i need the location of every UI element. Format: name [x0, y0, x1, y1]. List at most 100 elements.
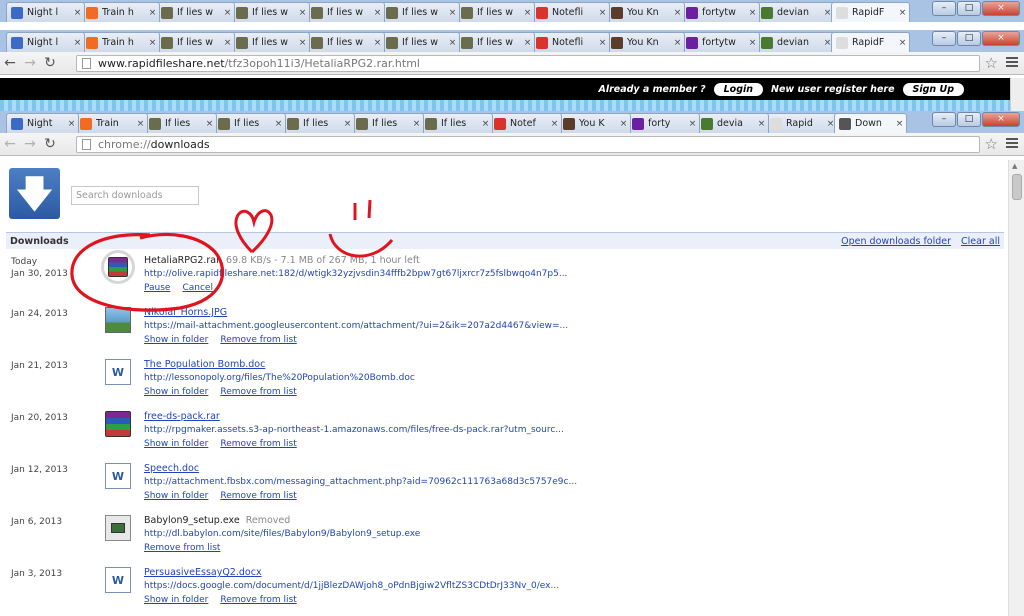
close-tab-icon[interactable]: ×	[757, 119, 766, 129]
tab-train-h[interactable]: Train h ×	[81, 2, 160, 22]
close-tab-icon[interactable]: ×	[148, 38, 157, 48]
close-tab-icon[interactable]: ×	[598, 38, 607, 48]
close-tab-icon[interactable]: ×	[73, 8, 82, 18]
file-name-link[interactable]: The Population Bomb.doc	[144, 359, 265, 370]
file-name-link[interactable]: Nikolai_Horns.JPG	[144, 307, 227, 318]
tab-notef[interactable]: Notef ×	[489, 113, 562, 133]
tab-night-l[interactable]: Night l ×	[6, 2, 85, 22]
close-tab-icon[interactable]: ×	[673, 38, 682, 48]
show-in-folder-link[interactable]: Show in folder	[144, 335, 208, 345]
close-tab-icon[interactable]: ×	[598, 8, 607, 18]
minimize-icon[interactable]: –	[932, 112, 956, 127]
close-tab-icon[interactable]: ×	[748, 38, 757, 48]
close-tab-icon[interactable]: ×	[205, 119, 214, 129]
remove-from-list-link[interactable]: Remove from list	[220, 439, 296, 449]
back-arrow-icon[interactable]: ←	[0, 136, 20, 152]
tab-you-kn[interactable]: You Kn ×	[606, 32, 685, 52]
close-tab-icon[interactable]: ×	[673, 8, 682, 18]
address-bar[interactable]: www.rapidfileshare.net/tfz3opoh11i3/Heta…	[76, 55, 980, 72]
close-tab-icon[interactable]: ×	[481, 119, 490, 129]
close-tab-icon[interactable]: ×	[448, 38, 457, 48]
file-name-link[interactable]: PersuasiveEssayQ2.docx	[144, 567, 262, 578]
reload-icon[interactable]: ↻	[40, 136, 60, 152]
tab-if-lies-w[interactable]: If lies w ×	[231, 32, 310, 52]
close-tab-icon[interactable]: ×	[298, 38, 307, 48]
close-tab-icon[interactable]: ×	[523, 8, 532, 18]
show-in-folder-link[interactable]: Show in folder	[144, 439, 208, 449]
close-window-icon[interactable]: ×	[982, 112, 1020, 127]
tab-if-lies[interactable]: If lies ×	[351, 113, 424, 133]
close-tab-icon[interactable]: ×	[748, 8, 757, 18]
outer-scrollbar[interactable]	[1010, 78, 1024, 112]
tab-rapidf[interactable]: RapidF ×	[831, 2, 910, 22]
tab-fortytw[interactable]: fortytw ×	[681, 32, 760, 52]
source-url-link[interactable]: http://olive.rapidfileshare.net:182/d/wt…	[144, 269, 567, 279]
tab-down[interactable]: Down ×	[834, 113, 907, 133]
file-name-link[interactable]: free-ds-pack.rar	[144, 411, 220, 422]
remove-from-list-link[interactable]: Remove from list	[220, 491, 296, 501]
close-tab-icon[interactable]: ×	[298, 8, 307, 18]
tab-if-lies-w[interactable]: If lies w ×	[231, 2, 310, 22]
minimize-icon[interactable]: –	[932, 31, 956, 46]
tab-rapid[interactable]: Rapid ×	[765, 113, 838, 133]
close-tab-icon[interactable]: ×	[223, 38, 232, 48]
tab-devia[interactable]: devia ×	[696, 113, 769, 133]
open-downloads-folder-link[interactable]: Open downloads folder	[841, 236, 951, 247]
show-in-folder-link[interactable]: Show in folder	[144, 387, 208, 397]
tab-if-lies-w[interactable]: If lies w ×	[381, 2, 460, 22]
tab-if-lies[interactable]: If lies ×	[420, 113, 493, 133]
menu-icon[interactable]	[1006, 55, 1018, 69]
close-tab-icon[interactable]: ×	[73, 38, 82, 48]
tab-forty[interactable]: forty ×	[627, 113, 700, 133]
close-tab-icon[interactable]: ×	[274, 119, 283, 129]
page-scrollbar[interactable]: ▲	[1008, 160, 1024, 616]
close-window-icon[interactable]: ×	[982, 31, 1020, 46]
tab-if-lies[interactable]: If lies ×	[144, 113, 217, 133]
tab-if-lies[interactable]: If lies ×	[282, 113, 355, 133]
source-url-link[interactable]: https://mail-attachment.googleuserconten…	[144, 321, 568, 331]
tab-if-lies-w[interactable]: If lies w ×	[456, 32, 535, 52]
close-tab-icon[interactable]: ×	[373, 8, 382, 18]
address-bar[interactable]: chrome://downloads	[76, 136, 980, 153]
scroll-up-icon[interactable]: ▲	[1012, 162, 1017, 170]
pause-link[interactable]: Pause	[144, 283, 170, 293]
close-tab-icon[interactable]: ×	[343, 119, 352, 129]
tab-if-lies-w[interactable]: If lies w ×	[156, 32, 235, 52]
tab-train[interactable]: Train ×	[75, 113, 148, 133]
tab-if-lies-w[interactable]: If lies w ×	[156, 2, 235, 22]
close-tab-icon[interactable]: ×	[523, 38, 532, 48]
tab-notefli[interactable]: Notefli ×	[531, 32, 610, 52]
tab-if-lies[interactable]: If lies ×	[213, 113, 286, 133]
remove-from-list-link[interactable]: Remove from list	[220, 595, 296, 605]
back-arrow-icon[interactable]: ←	[0, 55, 20, 71]
source-url-link[interactable]: http://dl.babylon.com/site/files/Babylon…	[144, 529, 420, 539]
scrollbar-thumb[interactable]	[1012, 174, 1022, 200]
tab-devian[interactable]: devian ×	[756, 32, 835, 52]
forward-arrow-icon[interactable]: →	[20, 136, 40, 152]
minimize-icon[interactable]: –	[932, 1, 956, 16]
file-name-link[interactable]: Speech.doc	[144, 463, 199, 474]
maximize-icon[interactable]: □	[957, 112, 981, 127]
login-button[interactable]: Login	[713, 82, 764, 96]
tab-if-lies-w[interactable]: If lies w ×	[306, 2, 385, 22]
close-tab-icon[interactable]: ×	[619, 119, 628, 129]
bookmark-star-icon[interactable]: ☆	[985, 135, 998, 153]
tab-devian[interactable]: devian ×	[756, 2, 835, 22]
tab-if-lies-w[interactable]: If lies w ×	[381, 32, 460, 52]
menu-icon[interactable]	[1006, 136, 1018, 150]
close-tab-icon[interactable]: ×	[148, 8, 157, 18]
remove-from-list-link[interactable]: Remove from list	[220, 387, 296, 397]
tab-fortytw[interactable]: fortytw ×	[681, 2, 760, 22]
tab-if-lies-w[interactable]: If lies w ×	[456, 2, 535, 22]
signup-button[interactable]: Sign Up	[902, 82, 964, 96]
close-window-icon[interactable]: ×	[982, 1, 1020, 16]
maximize-icon[interactable]: □	[957, 31, 981, 46]
source-url-link[interactable]: http://lessonopoly.org/files/The%20Popul…	[144, 373, 415, 383]
reload-icon[interactable]: ↻	[40, 55, 60, 71]
maximize-icon[interactable]: □	[957, 1, 981, 16]
forward-arrow-icon[interactable]: →	[20, 55, 40, 71]
close-tab-icon[interactable]: ×	[136, 119, 145, 129]
close-tab-icon[interactable]: ×	[448, 8, 457, 18]
search-input[interactable]	[71, 186, 199, 205]
source-url-link[interactable]: https://docs.google.com/document/d/1jjBl…	[144, 581, 559, 591]
